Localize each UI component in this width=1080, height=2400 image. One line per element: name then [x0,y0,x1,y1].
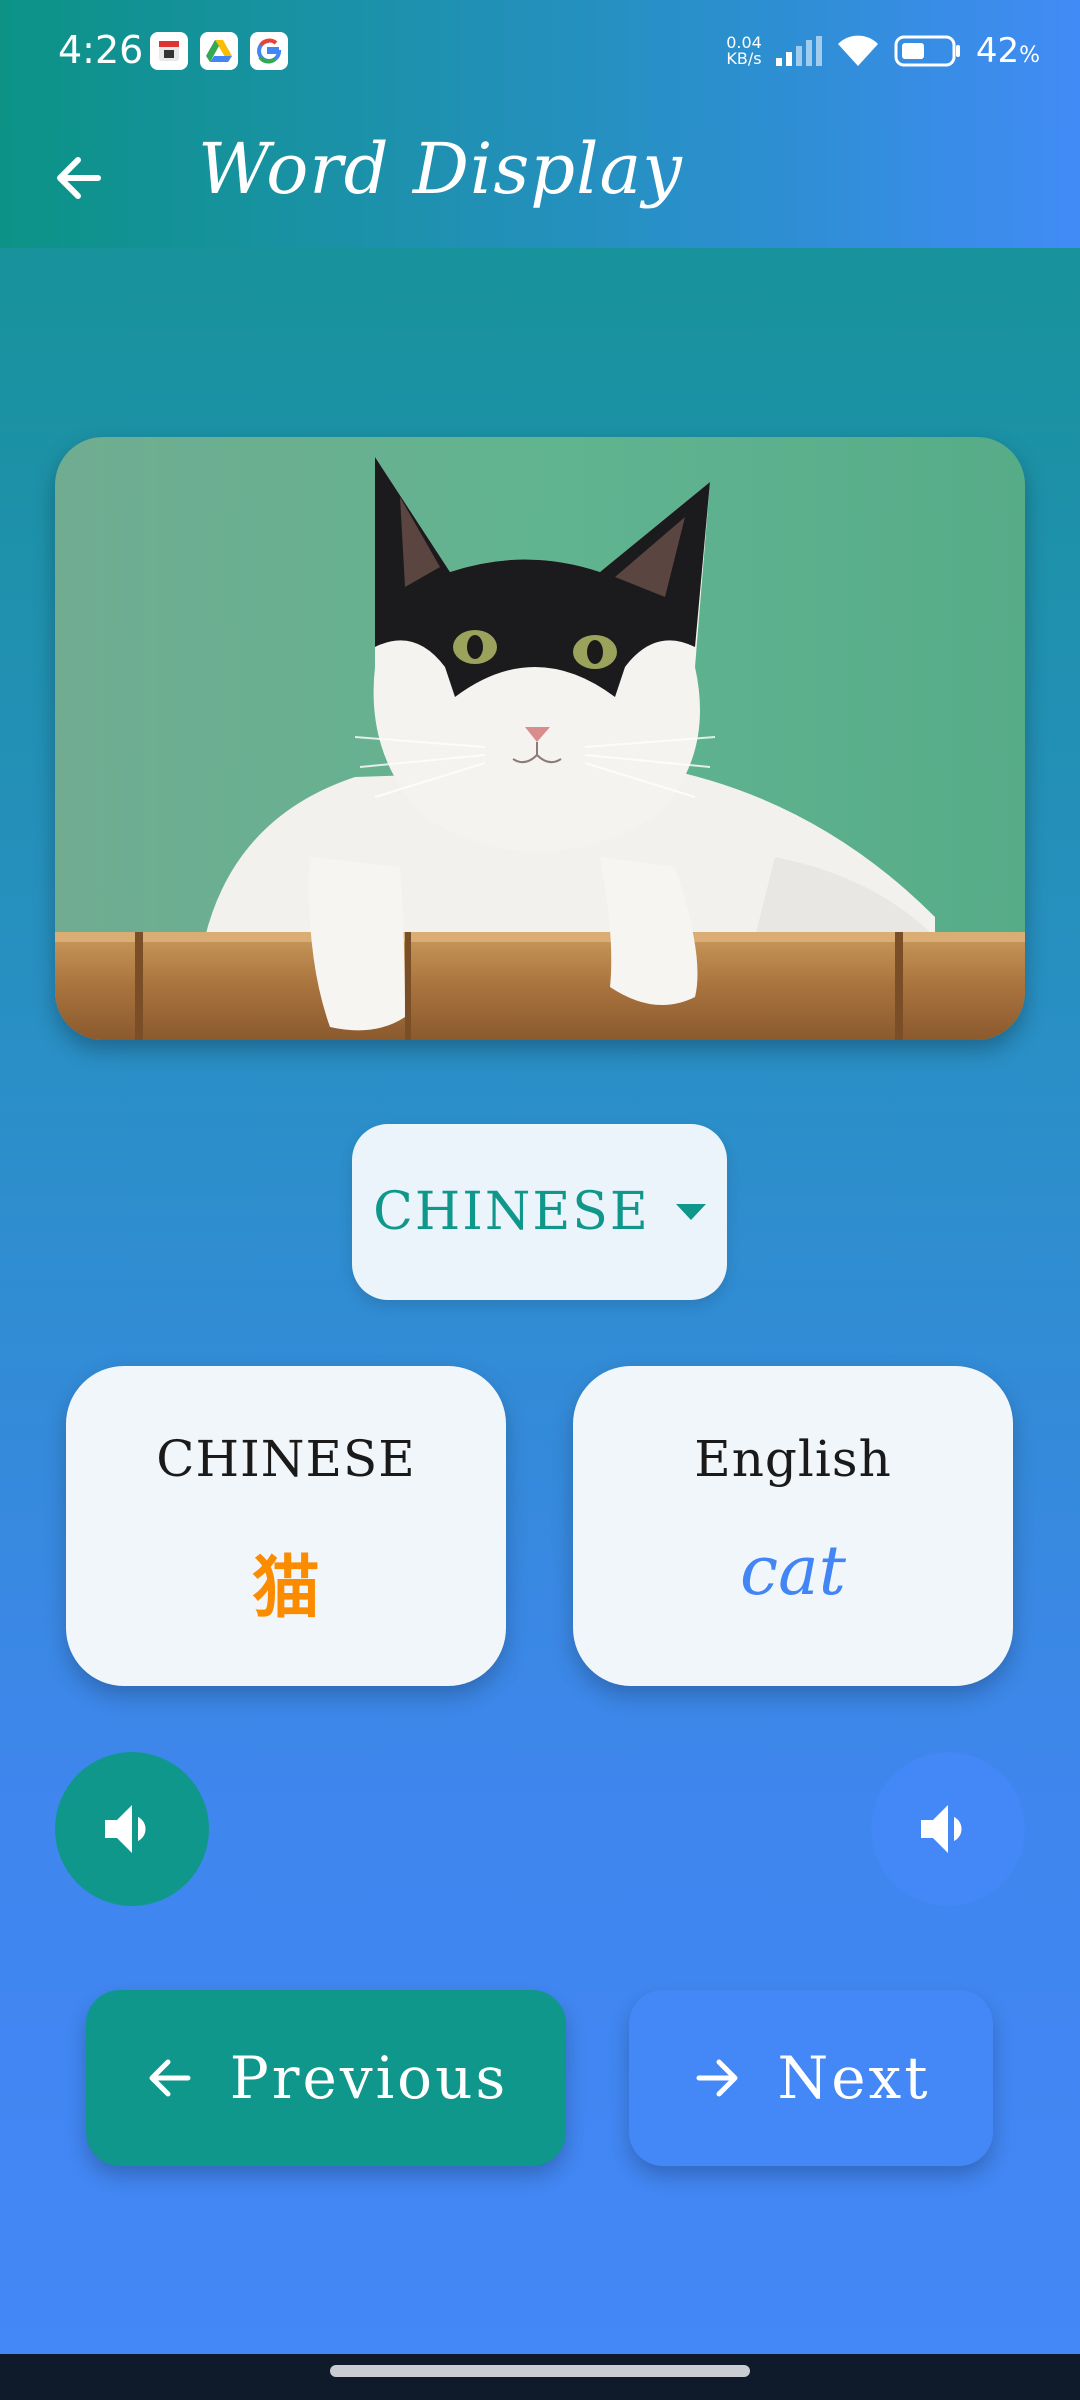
play-source-audio-button[interactable] [55,1752,209,1906]
arrow-left-icon [149,2059,191,2097]
wifi-icon [837,35,878,66]
cat-illustration [55,437,1025,1040]
status-time: 4:26 [58,28,144,72]
language-dropdown[interactable]: CHINESE [352,1124,727,1300]
source-language-label: CHINESE [156,1430,416,1488]
target-language-label: English [694,1430,892,1488]
speaker-icon [105,1805,146,1853]
source-word-card: CHINESE 猫 [66,1366,506,1686]
network-speed: 0.04 KB/s [726,35,762,67]
previous-button[interactable]: Previous [86,1990,566,2166]
arrow-left-icon [57,157,101,199]
status-bar: 4:26 0.04 KB/s 42% [0,0,1080,100]
next-button-label: Next [777,2044,931,2112]
battery-percentage: 42% [976,31,1040,71]
status-indicators: 0.04 KB/s 42% [726,30,1040,72]
target-word: cat [740,1532,846,1611]
signal-icon [775,36,822,66]
language-dropdown-label: CHINESE [373,1182,650,1242]
network-speed-unit: KB/s [726,49,762,68]
battery-percent-value: 42 [975,31,1020,71]
back-button[interactable] [50,148,110,208]
caret-down-icon [675,1204,706,1220]
previous-button-label: Previous [229,2044,509,2112]
battery-percent-unit: % [1019,43,1040,68]
word-image [55,437,1025,1040]
system-navigation-bar [0,2354,1080,2400]
arrow-right-icon [696,2059,738,2097]
next-button[interactable]: Next [629,1990,993,2166]
google-notification-icon [250,32,288,70]
home-gesture-handle[interactable] [330,2365,750,2377]
source-word: 猫 [251,1549,320,1628]
speaker-icon [921,1805,962,1853]
calendar-app-notification-icon [150,32,188,70]
target-word-card: English cat [573,1366,1013,1686]
battery-icon [894,35,960,67]
drive-notification-icon [200,32,238,70]
page-title: Word Display [198,128,683,210]
play-target-audio-button[interactable] [871,1752,1025,1906]
